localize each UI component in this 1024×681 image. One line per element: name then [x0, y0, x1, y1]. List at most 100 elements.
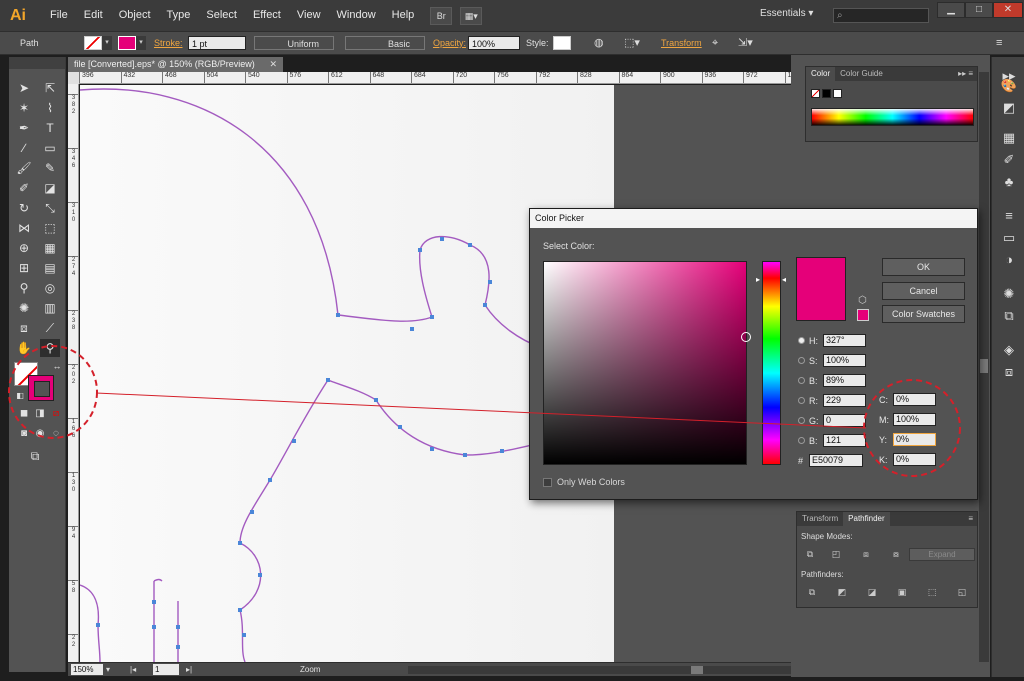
close-document-icon[interactable]: ✕	[269, 57, 277, 72]
cyan-field[interactable]: 0%	[893, 393, 936, 406]
artboard-tool-icon[interactable]: ⧈	[14, 319, 34, 337]
default-fill-stroke-icon[interactable]: ◧	[10, 387, 30, 405]
align-options-icon[interactable]: ⬚▾	[624, 36, 640, 50]
stroke-color-swatch[interactable]	[118, 36, 136, 50]
horizontal-scroll-thumb[interactable]	[691, 666, 703, 674]
web-colors-checkbox[interactable]	[543, 477, 552, 487]
minus-front-icon[interactable]: ◰	[829, 548, 843, 560]
stroke-link[interactable]: Stroke:	[154, 36, 183, 50]
color-marker[interactable]	[741, 332, 751, 342]
vertical-scroll-thumb[interactable]	[980, 359, 988, 373]
blue-radio[interactable]	[798, 437, 805, 444]
document-tab[interactable]: file [Converted].eps* @ 150% (RGB/Previe…	[68, 57, 283, 72]
zoom-dropdown-icon[interactable]: ▾	[106, 663, 110, 677]
hue-arrow-right-icon[interactable]: ◂	[782, 275, 786, 284]
divide-icon[interactable]: ⧉	[805, 586, 819, 598]
close-icon[interactable]: ✕	[993, 2, 1023, 18]
eraser-tool-icon[interactable]: ◪	[40, 179, 60, 197]
maximize-icon[interactable]: □	[965, 2, 993, 18]
cancel-button[interactable]: Cancel	[882, 282, 965, 300]
none-mode-icon[interactable]: ⧄	[46, 405, 66, 423]
blend-tool-icon[interactable]: ◎	[40, 279, 60, 297]
brushes-icon[interactable]: ✐	[999, 151, 1019, 169]
rectangle-tool-icon[interactable]: ▭	[40, 139, 60, 157]
panel-menu-icon[interactable]: ≡	[996, 36, 1002, 50]
lasso-tool-icon[interactable]: ⌇	[40, 99, 60, 117]
color-palette-icon[interactable]: 🎨	[999, 77, 1019, 95]
perspective-grid-tool-icon[interactable]: ▦	[40, 239, 60, 257]
red-radio[interactable]	[798, 397, 805, 404]
selection-tool-icon[interactable]: ➤	[14, 79, 34, 97]
arrange-documents-icon[interactable]: ▦▾	[460, 6, 483, 25]
stroke-panel-icon[interactable]: ≡	[999, 207, 1019, 225]
ok-button[interactable]: OK	[882, 258, 965, 276]
free-transform-tool-icon[interactable]: ⬚	[40, 219, 60, 237]
transform-each-icon[interactable]: ⌖	[712, 36, 718, 50]
paintbrush-tool-icon[interactable]: 🖌	[14, 159, 34, 177]
color-swatches-button[interactable]: Color Swatches	[882, 305, 965, 323]
magenta-field[interactable]: 100%	[893, 413, 936, 426]
symbol-sprayer-tool-icon[interactable]: ✺	[14, 299, 34, 317]
zoom-level-field[interactable]: 150%	[71, 664, 103, 675]
line-tool-icon[interactable]: ∕	[14, 139, 34, 157]
hex-field[interactable]: E50079	[809, 454, 863, 467]
none-swatch[interactable]	[811, 89, 820, 98]
recolor-artwork-icon[interactable]: ◍	[594, 36, 604, 50]
swap-fill-stroke-icon[interactable]: ↔	[47, 357, 67, 375]
pencil-tool-icon[interactable]: ✎	[40, 159, 60, 177]
green-radio[interactable]	[798, 417, 805, 424]
pen-tool-icon[interactable]: ✒	[14, 119, 34, 137]
shape-builder-tool-icon[interactable]: ⊕	[14, 239, 34, 257]
black-swatch[interactable]	[822, 89, 831, 98]
symbols-icon[interactable]: ♣	[999, 173, 1019, 191]
brightness-radio[interactable]	[798, 377, 805, 384]
menu-help[interactable]: Help	[384, 0, 423, 31]
ruler-origin[interactable]	[68, 72, 79, 84]
workspace-switcher[interactable]: Essentials ▾	[760, 8, 813, 19]
vertical-scrollbar[interactable]	[979, 72, 989, 662]
vertical-ruler[interactable]: 3 8 2 3 4 6 3 1 0 2 7 4 2 3 8 2 0 2 1 6 6 1 3 0…	[68, 84, 79, 662]
screen-mode-icon[interactable]: ⧉	[25, 447, 45, 465]
saturation-radio[interactable]	[798, 357, 805, 364]
gradient-tool-icon[interactable]: ▤	[40, 259, 60, 277]
mesh-tool-icon[interactable]: ⊞	[14, 259, 34, 277]
hue-slider[interactable]	[762, 261, 781, 465]
transform-link[interactable]: Transform	[661, 36, 702, 50]
graphic-styles-icon[interactable]: ⧉	[999, 307, 1019, 325]
color-spectrum[interactable]	[811, 108, 974, 126]
stroke-swatch[interactable]	[28, 375, 54, 401]
tab-color[interactable]: Color	[806, 67, 836, 81]
scale-tool-icon[interactable]: ⤡	[40, 199, 60, 217]
gradient-panel-icon[interactable]: ▭	[999, 229, 1019, 247]
expand-button[interactable]: Expand	[909, 548, 975, 561]
column-graph-tool-icon[interactable]: ▥	[40, 299, 60, 317]
transparency-icon[interactable]: ◑	[999, 251, 1019, 269]
width-tool-icon[interactable]: ⋈	[14, 219, 34, 237]
variable-width-profile[interactable]: Uniform	[254, 36, 334, 50]
type-tool-icon[interactable]: T	[40, 119, 60, 137]
menu-view[interactable]: View	[289, 0, 329, 31]
web-colors-option[interactable]: Only Web Colors	[543, 477, 625, 487]
crop-icon[interactable]: ▣	[895, 586, 909, 598]
help-search-input[interactable]: ⌕	[833, 8, 929, 23]
color-guide-icon[interactable]: ◩	[999, 99, 1019, 117]
hue-arrow-left-icon[interactable]: ▸	[756, 275, 760, 284]
menu-type[interactable]: Type	[159, 0, 199, 31]
isolate-icon[interactable]: ⇲▾	[738, 36, 753, 50]
blob-brush-tool-icon[interactable]: ✐	[14, 179, 34, 197]
hue-field[interactable]: 327°	[823, 334, 866, 347]
green-field[interactable]: 0	[823, 414, 866, 427]
slice-tool-icon[interactable]: ⟋	[40, 319, 60, 337]
eyedropper-tool-icon[interactable]: ⚲	[14, 279, 34, 297]
stroke-dropdown-icon[interactable]: ▾	[136, 36, 146, 50]
tab-color-guide[interactable]: Color Guide	[835, 67, 888, 81]
color-panel-menu-icon[interactable]: ▸▸ ≡	[958, 67, 973, 81]
yellow-field[interactable]: 0%	[893, 433, 936, 446]
bridge-button[interactable]: Br	[430, 6, 453, 25]
zoom-tool-icon[interactable]: ⚲	[40, 339, 60, 357]
exclude-icon[interactable]: ⧇	[889, 548, 903, 560]
last-artboard-icon[interactable]: ▸|	[186, 663, 192, 677]
pathfinder-panel-menu-icon[interactable]: ≡	[968, 512, 973, 526]
artboard-number-field[interactable]: 1	[153, 664, 179, 675]
artboards-icon[interactable]: ⧈	[999, 363, 1019, 381]
